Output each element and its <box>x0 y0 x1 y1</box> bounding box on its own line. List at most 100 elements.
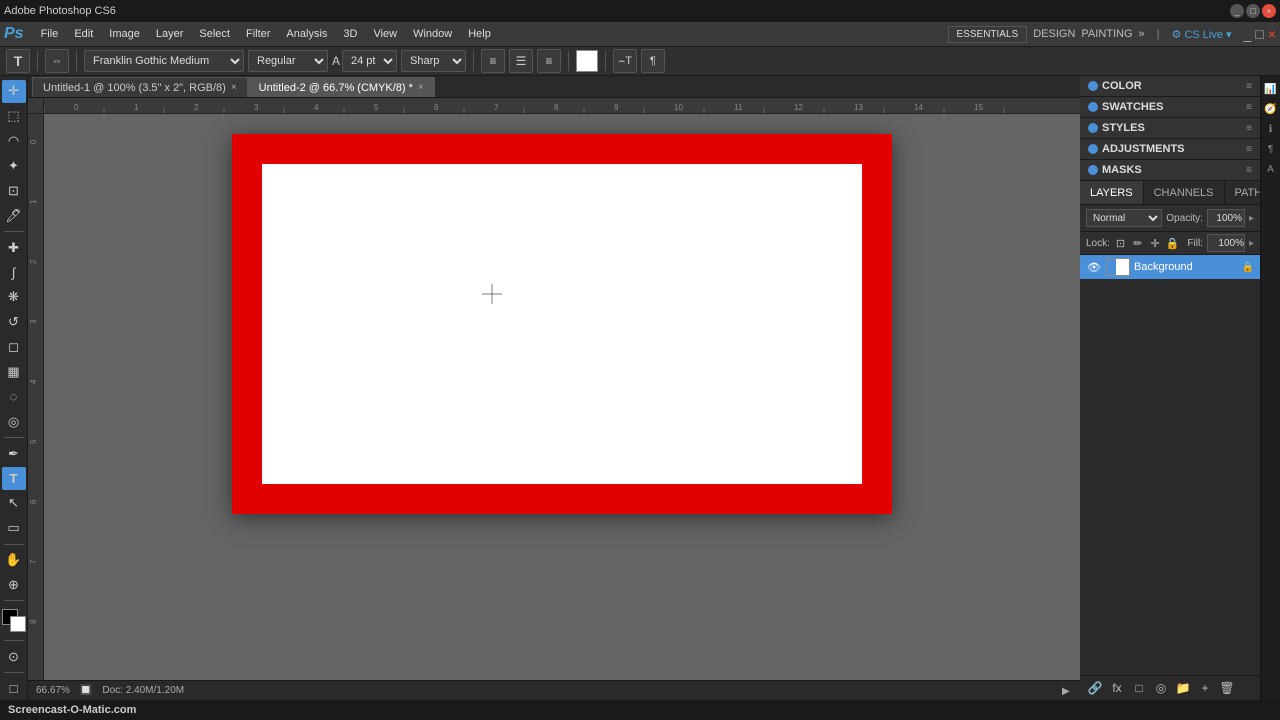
fill-stepper[interactable]: ▸ <box>1249 238 1254 249</box>
opacity-stepper[interactable]: ▸ <box>1249 213 1254 224</box>
history-brush-tool[interactable]: ↺ <box>2 311 26 334</box>
menu-help[interactable]: Help <box>461 26 498 42</box>
screen-mode-button[interactable]: □ <box>2 677 26 700</box>
menu-analysis[interactable]: Analysis <box>279 26 334 42</box>
quick-select-tool[interactable]: ✦ <box>2 155 26 178</box>
paragraph-icon[interactable]: ¶ <box>1262 140 1280 158</box>
pen-tool[interactable]: ✒ <box>2 442 26 465</box>
layer-background[interactable]: 👁 Background 🔒 <box>1080 255 1260 279</box>
menu-edit[interactable]: Edit <box>67 26 100 42</box>
text-orientation-button[interactable]: ⇔ <box>45 49 69 73</box>
shape-tool[interactable]: ▭ <box>2 517 26 540</box>
font-size-select[interactable]: 24 pt <box>342 50 397 72</box>
background-color[interactable] <box>10 616 26 632</box>
lock-position-button[interactable]: ✛ <box>1148 235 1161 251</box>
font-family-select[interactable]: Franklin Gothic Medium <box>84 50 244 72</box>
dodge-tool[interactable]: ◎ <box>2 410 26 433</box>
tab-close-2[interactable]: × <box>418 82 424 93</box>
menu-layer[interactable]: Layer <box>149 26 191 42</box>
move-tool[interactable]: ✛ <box>2 80 26 103</box>
blend-mode-select[interactable]: Normal <box>1086 209 1162 227</box>
masks-panel-header[interactable]: MASKS ≡ <box>1080 160 1260 180</box>
zoom-tool[interactable]: ⊕ <box>2 573 26 596</box>
document-viewport[interactable] <box>44 114 1080 680</box>
tab-untitled-1[interactable]: Untitled-1 @ 100% (3.5" x 2", RGB/8) × <box>32 77 248 97</box>
menu-image[interactable]: Image <box>102 26 147 42</box>
essentials-button[interactable]: ESSENTIALS <box>948 26 1028 43</box>
gradient-tool[interactable]: ▦ <box>2 361 26 384</box>
cs-live-button[interactable]: ⚙ CS Live ▾ <box>1172 28 1232 41</box>
adjustments-panel-header[interactable]: ADJUSTMENTS ≡ <box>1080 139 1260 159</box>
painting-button[interactable]: PAINTING <box>1081 28 1132 40</box>
new-layer-button[interactable]: + <box>1196 679 1214 697</box>
character-icon[interactable]: A <box>1262 160 1280 178</box>
warp-text-button[interactable]: ⌢T <box>613 49 637 73</box>
align-left-button[interactable]: ≡ <box>481 49 505 73</box>
tab-layers[interactable]: LAYERS <box>1080 181 1144 204</box>
layer-style-button[interactable]: fx <box>1108 679 1126 697</box>
add-mask-button[interactable]: □ <box>1130 679 1148 697</box>
tab-close-1[interactable]: × <box>231 82 237 93</box>
quick-mask-button[interactable]: ⊙ <box>2 645 26 668</box>
brush-tool[interactable]: ∫ <box>2 261 26 284</box>
crop-tool[interactable]: ⊡ <box>2 180 26 203</box>
swatches-panel-collapse[interactable]: ≡ <box>1246 102 1252 113</box>
new-group-button[interactable]: 📁 <box>1174 679 1192 697</box>
minimize-button[interactable]: _ <box>1230 4 1244 18</box>
menu-filter[interactable]: Filter <box>239 26 277 42</box>
close-button[interactable]: × <box>1262 4 1276 18</box>
design-button[interactable]: DESIGN <box>1033 28 1075 40</box>
adjustments-panel-collapse[interactable]: ≡ <box>1246 144 1252 155</box>
color-panel-collapse[interactable]: ≡ <box>1246 81 1252 92</box>
character-panel-button[interactable]: ¶ <box>641 49 665 73</box>
hand-tool[interactable]: ✋ <box>2 549 26 572</box>
type-tool-button[interactable]: T <box>6 49 30 73</box>
color-panel-header[interactable]: COLOR ≡ <box>1080 76 1260 96</box>
histogram-icon[interactable]: 📊 <box>1262 80 1280 98</box>
more-workspaces-button[interactable]: » <box>1139 28 1145 40</box>
navigator-icon[interactable]: 🧭 <box>1262 100 1280 118</box>
link-layers-button[interactable]: 🔗 <box>1086 679 1104 697</box>
window-restore-icon[interactable]: □ <box>1255 26 1263 42</box>
menu-3d[interactable]: 3D <box>336 26 364 42</box>
tab-channels[interactable]: CHANNELS <box>1144 181 1225 204</box>
window-controls[interactable]: _ □ × <box>1230 4 1276 18</box>
swatches-panel-header[interactable]: SWATCHES ≡ <box>1080 97 1260 117</box>
align-center-button[interactable]: ☰ <box>509 49 533 73</box>
styles-panel-collapse[interactable]: ≡ <box>1246 123 1252 134</box>
eraser-tool[interactable]: ◻ <box>2 336 26 359</box>
lasso-tool[interactable]: ◠ <box>2 130 26 153</box>
fill-input[interactable] <box>1207 234 1245 252</box>
delete-layer-button[interactable]: 🗑 <box>1218 679 1236 697</box>
clone-stamp-tool[interactable]: ❋ <box>2 286 26 309</box>
text-color-swatch[interactable] <box>576 50 598 72</box>
rectangle-select-tool[interactable]: ⬚ <box>2 105 26 128</box>
color-swatches[interactable] <box>2 609 26 632</box>
styles-panel-header[interactable]: STYLES ≡ <box>1080 118 1260 138</box>
blur-tool[interactable]: ◌ <box>2 385 26 408</box>
info-icon[interactable]: ℹ <box>1262 120 1280 138</box>
maximize-button[interactable]: □ <box>1246 4 1260 18</box>
menu-file[interactable]: File <box>34 26 66 42</box>
path-select-tool[interactable]: ↖ <box>2 492 26 515</box>
scroll-right-button[interactable]: ▶ <box>1062 686 1072 696</box>
lock-all-button[interactable]: 🔒 <box>1166 235 1180 251</box>
new-fill-layer-button[interactable]: ◎ <box>1152 679 1170 697</box>
lock-transparent-button[interactable]: ⊡ <box>1114 235 1127 251</box>
type-tool[interactable]: T <box>2 467 26 490</box>
window-minimize-icon[interactable]: _ <box>1244 26 1252 42</box>
menu-window[interactable]: Window <box>406 26 459 42</box>
menu-select[interactable]: Select <box>192 26 237 42</box>
layer-visibility-toggle[interactable]: 👁 <box>1086 259 1102 275</box>
anti-alias-select[interactable]: Sharp <box>401 50 466 72</box>
menu-view[interactable]: View <box>366 26 404 42</box>
align-right-button[interactable]: ≡ <box>537 49 561 73</box>
window-close-icon[interactable]: × <box>1268 26 1276 42</box>
masks-panel-collapse[interactable]: ≡ <box>1246 165 1252 176</box>
lock-image-button[interactable]: ✏ <box>1131 235 1144 251</box>
eyedropper-tool[interactable]: 🖊 <box>2 204 26 227</box>
spot-healing-tool[interactable]: ✚ <box>2 236 26 259</box>
font-style-select[interactable]: Regular <box>248 50 328 72</box>
opacity-input[interactable] <box>1207 209 1245 227</box>
tab-untitled-2[interactable]: Untitled-2 @ 66.7% (CMYK/8) * × <box>248 77 435 97</box>
